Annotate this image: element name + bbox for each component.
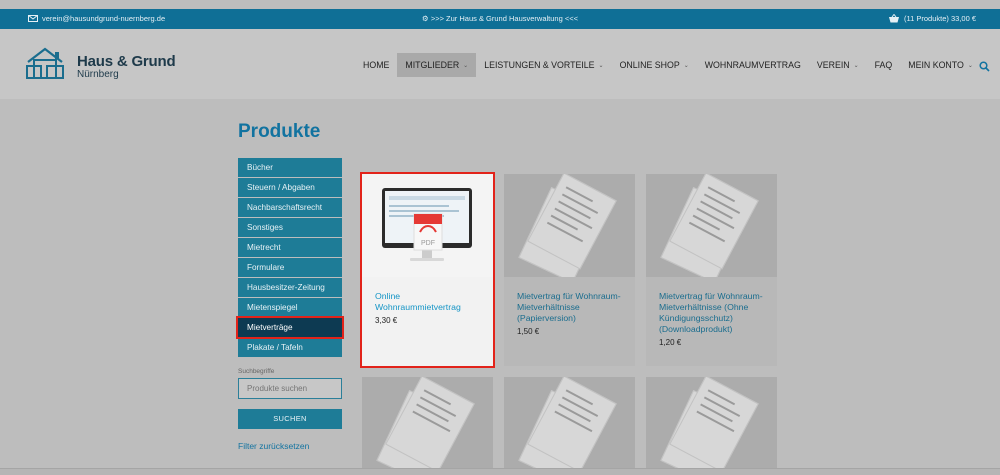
nav-wohnraumvertrag[interactable]: WOHNRAUMVERTRAG [697, 53, 809, 77]
page-title: Produkte [238, 121, 321, 142]
logo[interactable]: Haus & Grund Nürnberg [25, 46, 205, 86]
pdf-label: PDF [421, 240, 435, 247]
logo-title: Haus & Grund [77, 53, 176, 70]
chevron-down-icon: ⌄ [683, 62, 689, 69]
gear-icon: ⚙ [422, 14, 431, 23]
product-name[interactable]: Online Wohnraummietvertrag [375, 291, 481, 313]
category-mietrecht[interactable]: Mietrecht [238, 238, 342, 257]
category-buecher[interactable]: Bücher [238, 158, 342, 177]
monitor-pdf-image: PDF [382, 188, 472, 261]
product-image [362, 377, 493, 475]
product-card[interactable]: Mietvertrag für Wohnraum-Mietverhältniss… [504, 174, 635, 366]
product-image [646, 377, 777, 475]
search-icon [979, 61, 990, 72]
house-logo-icon [26, 47, 64, 79]
product-image: PDF [362, 174, 493, 277]
category-steuern[interactable]: Steuern / Abgaben [238, 178, 342, 197]
nav-verein[interactable]: VEREIN ⌄ [809, 53, 867, 77]
product-card[interactable]: PDF Online Wohnraummietvertrag 3,30 € [360, 172, 495, 368]
hausverwaltung-link[interactable]: ⚙ >>> Zur Haus & Grund Hausverwaltung <<… [0, 14, 1000, 23]
category-formulare[interactable]: Formulare [238, 258, 342, 277]
product-card[interactable] [362, 377, 493, 475]
product-name[interactable]: Mietvertrag für Wohnraum-Mietverhältniss… [517, 291, 623, 324]
cart-summary: (11 Produkte) 33,00 € [904, 14, 976, 23]
cart-link[interactable]: (11 Produkte) 33,00 € [888, 14, 976, 23]
top-bar: verein@hausundgrund-nuernberg.de ⚙ >>> Z… [0, 9, 1000, 29]
chevron-down-icon: ⌄ [967, 62, 973, 69]
nav-home[interactable]: HOME [355, 53, 397, 77]
category-nachbarschaftsrecht[interactable]: Nachbarschaftsrecht [238, 198, 342, 217]
search-label: Suchbegriffe [238, 368, 275, 375]
category-sidebar: Bücher Steuern / Abgaben Nachbarschaftsr… [236, 158, 344, 358]
product-card[interactable] [646, 377, 777, 475]
product-price: 3,30 € [375, 316, 398, 325]
product-price: 1,20 € [659, 338, 682, 347]
product-card[interactable]: Mietvertrag für Wohnraum-Mietverhältniss… [646, 174, 777, 366]
product-card[interactable] [504, 377, 635, 475]
category-sonstiges[interactable]: Sonstiges [238, 218, 342, 237]
product-price: 1,50 € [517, 327, 540, 336]
search-button[interactable] [979, 59, 990, 77]
nav-leistungen[interactable]: LEISTUNGEN & VORTEILE ⌄ [476, 53, 611, 77]
search-submit-button[interactable]: SUCHEN [238, 409, 342, 429]
product-image [504, 377, 635, 475]
nav-mein-konto[interactable]: MEIN KONTO ⌄ [900, 53, 981, 77]
chevron-down-icon: ⌄ [853, 62, 859, 69]
chevron-down-icon: ⌄ [598, 62, 604, 69]
chevron-down-icon: ⌄ [463, 62, 469, 69]
category-mietvertraege[interactable]: Mietverträge [236, 316, 344, 339]
nav-online-shop[interactable]: ONLINE SHOP ⌄ [612, 53, 697, 77]
category-plakate[interactable]: Plakate / Tafeln [238, 338, 342, 357]
nav-mitglieder[interactable]: MITGLIEDER ⌄ [397, 53, 477, 77]
category-hausbesitzer-zeitung[interactable]: Hausbesitzer-Zeitung [238, 278, 342, 297]
basket-icon [889, 14, 899, 23]
product-name[interactable]: Mietvertrag für Wohnraum-Mietverhältniss… [659, 291, 765, 335]
product-search-input[interactable] [238, 378, 342, 399]
site-header: Haus & Grund Nürnberg HOME MITGLIEDER ⌄ L… [0, 29, 1000, 99]
product-image [504, 174, 635, 277]
reset-filter-link[interactable]: Filter zurücksetzen [238, 441, 309, 451]
category-mietenspiegel[interactable]: Mietenspiegel [238, 298, 342, 317]
product-image [646, 174, 777, 277]
bottom-divider [0, 468, 1000, 475]
nav-faq[interactable]: FAQ [867, 53, 901, 77]
main-nav: HOME MITGLIEDER ⌄ LEISTUNGEN & VORTEILE ⌄ … [355, 53, 981, 77]
logo-subtitle: Nürnberg [77, 69, 119, 80]
